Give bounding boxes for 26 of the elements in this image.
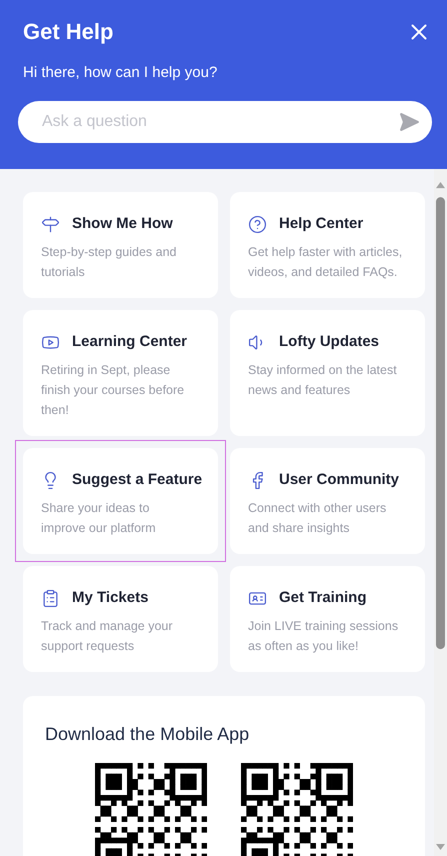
card-description: Get help faster with articles, videos, and detailed FAQs. bbox=[248, 244, 404, 281]
panel-title: Get Help bbox=[23, 18, 114, 46]
card-description: Share your ideas to improve our platform bbox=[41, 500, 157, 537]
question-icon bbox=[248, 214, 267, 234]
signpost-icon bbox=[41, 214, 60, 234]
card-title: Suggest a Feature bbox=[72, 470, 202, 490]
card-title: My Tickets bbox=[72, 588, 148, 608]
mobile-app-title: Download the Mobile App bbox=[45, 723, 250, 746]
send-button[interactable] bbox=[398, 111, 420, 133]
card-title: Show Me How bbox=[72, 214, 173, 234]
greeting-text: Hi there, how can I help you? bbox=[23, 64, 218, 81]
card-description: Join LIVE training sessions as often as you like! bbox=[248, 618, 400, 655]
card-description: Track and manage your support requests bbox=[41, 618, 174, 655]
card-title: Learning Center bbox=[72, 332, 188, 352]
card-description: Connect with other users and share insights bbox=[248, 500, 388, 537]
help-card[interactable]: Suggest a Feature Share your ideas to improve our platform bbox=[15, 440, 226, 562]
clipboard-icon bbox=[41, 588, 60, 608]
card-title: Get Training bbox=[279, 588, 367, 608]
card-description: Step-by-step guides and tutorials bbox=[41, 244, 178, 281]
card-description: Retiring in Sept, please finish your courses before then! bbox=[41, 362, 186, 419]
search-field[interactable]: Ask a question bbox=[18, 101, 432, 143]
card-description: Stay informed on the latest news and features bbox=[248, 362, 398, 399]
card-title: Lofty Updates bbox=[279, 332, 380, 352]
scrollbar[interactable] bbox=[434, 169, 447, 856]
card-title: User Community bbox=[279, 470, 400, 490]
card-title: Help Center bbox=[279, 214, 364, 234]
